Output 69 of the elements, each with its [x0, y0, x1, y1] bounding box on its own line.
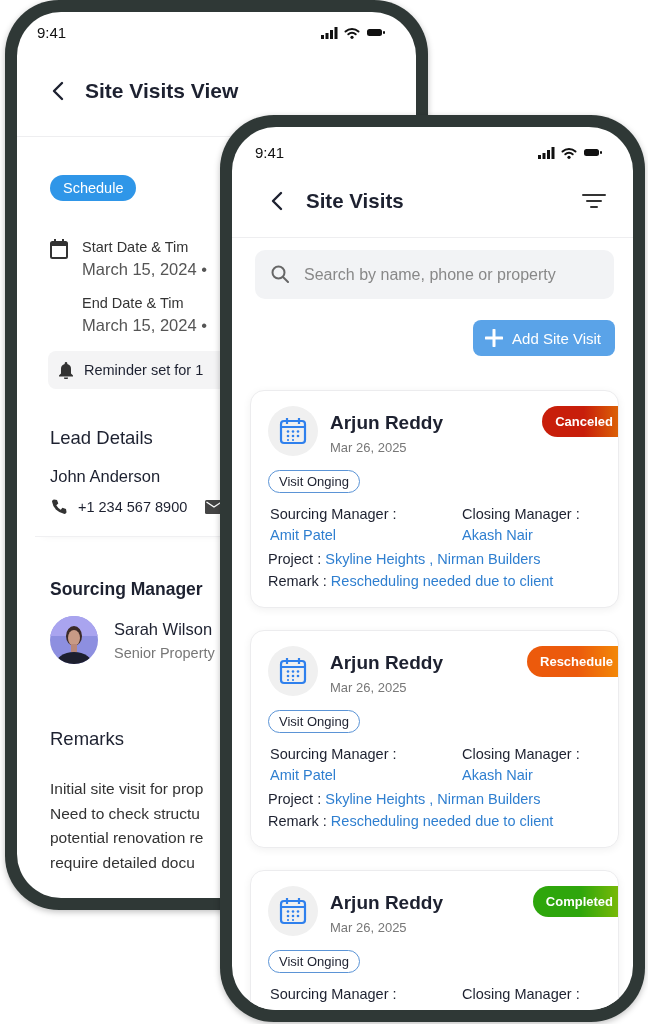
field-label: Sourcing Manager :: [270, 746, 398, 762]
visitor-name: Arjun Reddy: [330, 892, 443, 914]
status-time: 9:41: [37, 24, 67, 41]
field-value: Skyline Heights , Nirman Builders: [325, 551, 541, 567]
field-label: Closing Manager :: [462, 506, 581, 522]
field-label: Sourcing Manager :: [270, 986, 398, 1002]
remark-text: require detailed docu: [50, 852, 195, 873]
section-heading: Sourcing Manager: [50, 579, 203, 600]
screen-title: Site Visits: [306, 189, 405, 213]
field-label: Closing Manager :: [462, 986, 581, 1002]
visit-card[interactable]: Arjun Reddy Mar 26, 2025 Reschedule Visit Onging Sourcing Manager : Closing Manager : Amit Patel Akash Nair Project : Skyline Heights , Nirman Builders Remark : Rescheduling needed due to client: [250, 630, 619, 848]
person-role: Senior Property: [114, 644, 215, 661]
visitor-name: Arjun Reddy: [330, 412, 443, 434]
status-pill: Schedule: [50, 175, 137, 201]
screen-title: Site Visits View: [85, 79, 239, 103]
date-value: March 15, 2024 •: [82, 316, 207, 335]
section-heading: Lead Details: [50, 427, 153, 449]
date-value: March 15, 2024 •: [82, 260, 207, 279]
filter-icon[interactable]: [582, 193, 606, 209]
back-icon[interactable]: [51, 81, 65, 101]
status-badge: Canceled: [542, 406, 618, 437]
visit-card[interactable]: Arjun Reddy Mar 26, 2025 Completed Visit Onging Sourcing Manager : Closing Manager :: [250, 870, 619, 1010]
plus-icon: [485, 329, 504, 347]
visit-card[interactable]: Arjun Reddy Mar 26, 2025 Canceled Visit Onging Sourcing Manager : Closing Manager : Amit Patel Akash Nair Project : Skyline Heights , Nirman Builders Remark : Rescheduling needed due to client: [250, 390, 619, 608]
wifi-icon: [344, 26, 360, 39]
lead-name: John Anderson: [50, 467, 161, 486]
field-label: Project :: [268, 551, 323, 567]
remark-text: Need to check structu: [50, 803, 200, 824]
visitor-name: Arjun Reddy: [330, 652, 443, 674]
search-field[interactable]: Search by name, phone or property: [255, 250, 614, 299]
back-icon[interactable]: [270, 191, 284, 211]
phone-number: +1 234 567 8900: [78, 499, 188, 515]
status-time: 9:41: [255, 144, 285, 161]
manager-name: Akash Nair: [462, 767, 534, 783]
date-label: End Date & Tim: [82, 295, 184, 311]
remark-text: Initial site visit for prop: [50, 779, 204, 799]
phone-icon: [50, 498, 68, 516]
field-label: Sourcing Manager :: [270, 506, 398, 522]
calendar-icon: [279, 417, 307, 445]
calendar-icon: [279, 897, 307, 925]
battery-icon: [583, 147, 603, 158]
signal-icon: [321, 26, 338, 39]
field-label: Project :: [268, 791, 323, 807]
status-badge: Reschedule: [527, 646, 618, 677]
reminder-text: Reminder set for 1: [84, 362, 204, 378]
manager-name: Amit Patel: [270, 527, 338, 543]
visit-date: Mar 26, 2025: [330, 680, 408, 695]
search-icon: [271, 265, 289, 283]
bell-icon: [58, 361, 74, 379]
visit-date: Mar 26, 2025: [330, 440, 408, 455]
signal-icon: [538, 146, 555, 159]
calendar-icon: [279, 657, 307, 685]
field-label: Remark :: [268, 573, 328, 589]
visit-date: Mar 26, 2025: [330, 920, 408, 935]
field-value: Rescheduling needed due to client: [330, 573, 554, 589]
date-label: Start Date & Tim: [82, 239, 189, 255]
person-name: Sarah Wilson: [114, 619, 213, 639]
calendar-icon: [50, 239, 68, 259]
field-value: Skyline Heights , Nirman Builders: [325, 791, 541, 807]
field-value: Rescheduling needed due to client: [330, 813, 554, 829]
field-label: Closing Manager :: [462, 746, 581, 762]
manager-name: Akash Nair: [462, 527, 534, 543]
wifi-icon: [561, 146, 577, 159]
field-label: Remark :: [268, 813, 328, 829]
battery-icon: [366, 27, 386, 38]
remark-text: potential renovation re: [50, 828, 204, 848]
section-heading: Remarks: [50, 728, 124, 750]
status-badge: Completed: [532, 886, 618, 917]
manager-name: Amit Patel: [270, 767, 338, 783]
